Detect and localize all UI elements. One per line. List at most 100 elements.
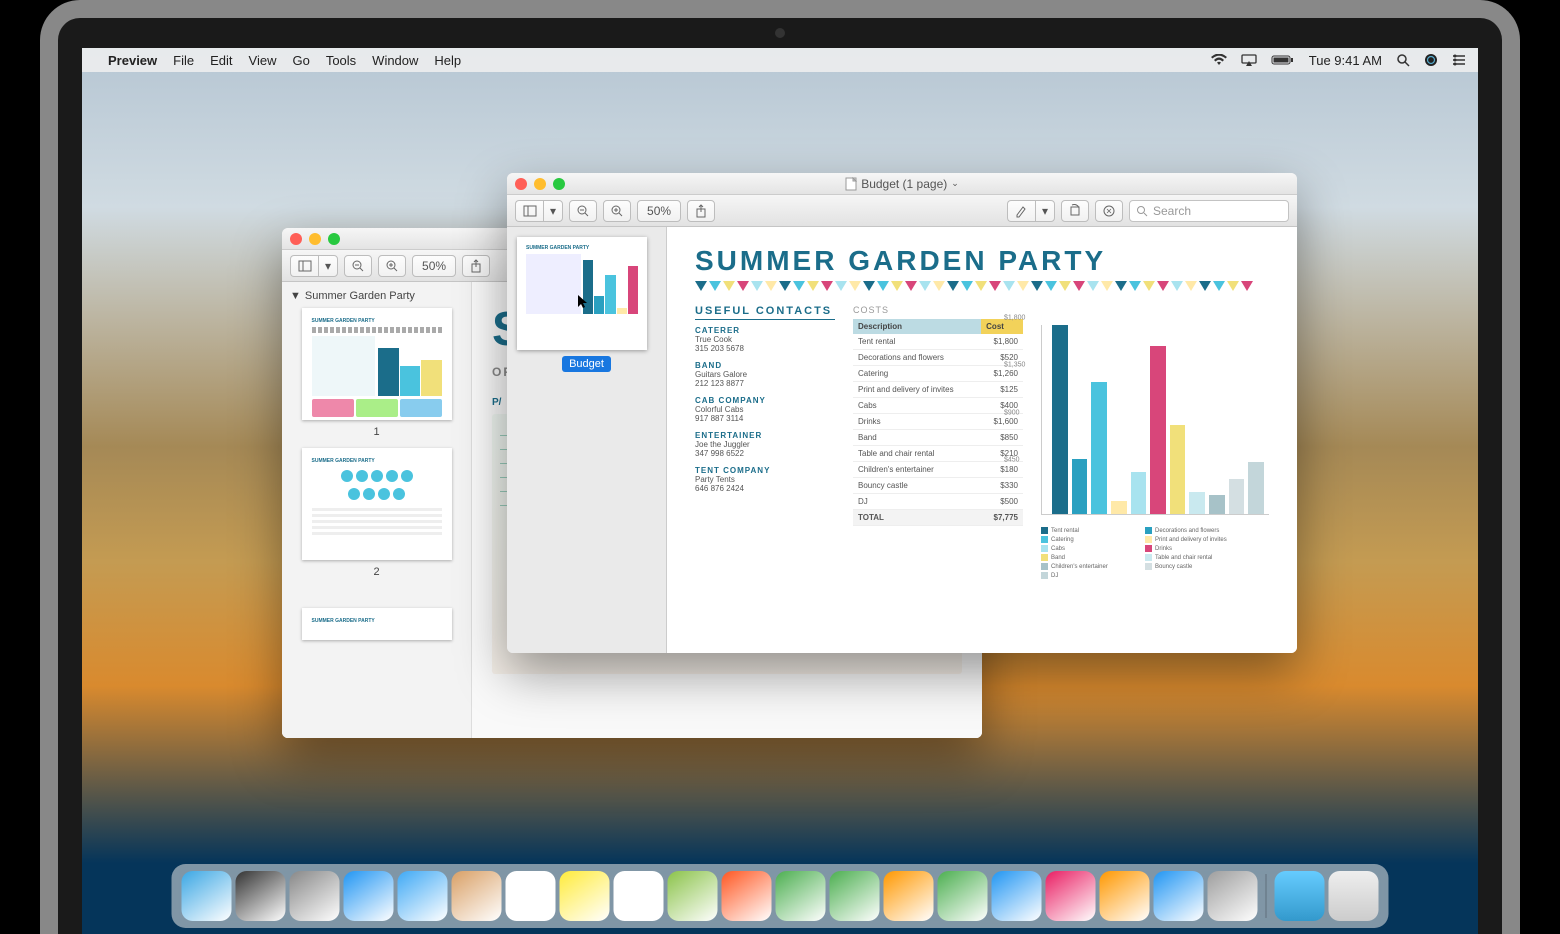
dock-app-maps[interactable] bbox=[668, 871, 718, 921]
dock-app-pages[interactable] bbox=[884, 871, 934, 921]
titlebar-front[interactable]: Budget (1 page) ⌄ bbox=[507, 173, 1297, 195]
zoom-level[interactable]: 50% bbox=[637, 200, 681, 222]
dock-app-contacts[interactable] bbox=[452, 871, 502, 921]
chart-legend: Tent rentalDecorations and flowersCateri… bbox=[1041, 527, 1269, 579]
window-title[interactable]: Budget (1 page) ⌄ bbox=[845, 177, 959, 191]
dock-app-calendar[interactable] bbox=[506, 871, 556, 921]
page-thumbnail-selected[interactable]: SUMMER GARDEN PARTY bbox=[517, 237, 647, 350]
zoom-level[interactable]: 50% bbox=[412, 255, 456, 277]
dock-app-keynote[interactable] bbox=[992, 871, 1042, 921]
chart-bar bbox=[1170, 425, 1186, 514]
dock bbox=[172, 864, 1389, 928]
sidebar-view-dropdown[interactable]: ▾ bbox=[543, 200, 563, 222]
airplay-icon[interactable] bbox=[1241, 54, 1257, 66]
y-axis-tick: $1,800 bbox=[1004, 315, 1025, 322]
menu-view[interactable]: View bbox=[249, 53, 277, 68]
page-number-2: 2 bbox=[290, 566, 463, 578]
dock-app-siri[interactable] bbox=[236, 871, 286, 921]
menu-help[interactable]: Help bbox=[434, 53, 461, 68]
contact-block: ENTERTAINERJoe the Juggler347 998 6522 bbox=[695, 431, 835, 458]
table-row: Bouncy castle$330 bbox=[853, 478, 1023, 494]
dock-app-safari[interactable] bbox=[344, 871, 394, 921]
chevron-down-icon: ⌄ bbox=[951, 178, 959, 189]
table-row: Decorations and flowers$520 bbox=[853, 350, 1023, 366]
menu-go[interactable]: Go bbox=[292, 53, 309, 68]
minimize-button[interactable] bbox=[534, 178, 546, 190]
wifi-icon[interactable] bbox=[1211, 54, 1227, 66]
menu-file[interactable]: File bbox=[173, 53, 194, 68]
dock-trash[interactable] bbox=[1329, 871, 1379, 921]
legend-item: Decorations and flowers bbox=[1145, 527, 1235, 534]
dock-app-launchpad[interactable] bbox=[290, 871, 340, 921]
page-thumbnail-1[interactable]: SUMMER GARDEN PARTY bbox=[302, 308, 452, 420]
dock-app-notes[interactable] bbox=[560, 871, 610, 921]
legend-item: Children's entertainer bbox=[1041, 563, 1131, 570]
table-row: Table and chair rental$210 bbox=[853, 446, 1023, 462]
search-input[interactable]: Search bbox=[1129, 200, 1289, 222]
costs-heading: COSTS bbox=[853, 305, 1023, 315]
markup-button[interactable] bbox=[1095, 200, 1123, 222]
dock-app-ibooks[interactable] bbox=[1100, 871, 1150, 921]
zoom-in-button[interactable] bbox=[378, 255, 406, 277]
cursor-icon bbox=[578, 295, 588, 309]
close-button[interactable] bbox=[290, 233, 302, 245]
dock-app-mail[interactable] bbox=[398, 871, 448, 921]
app-name[interactable]: Preview bbox=[108, 53, 157, 68]
sidebar-view-button[interactable] bbox=[290, 255, 318, 277]
menu-edit[interactable]: Edit bbox=[210, 53, 232, 68]
zoom-out-button[interactable] bbox=[344, 255, 372, 277]
table-row: Cabs$400 bbox=[853, 398, 1023, 414]
highlight-button[interactable] bbox=[1007, 200, 1035, 222]
menu-window[interactable]: Window bbox=[372, 53, 418, 68]
costs-table: Description Cost Tent rental$1,800Decora… bbox=[853, 319, 1023, 526]
zoom-out-button[interactable] bbox=[569, 200, 597, 222]
highlight-dropdown[interactable]: ▾ bbox=[1035, 200, 1055, 222]
page-thumbnail-3[interactable]: SUMMER GARDEN PARTY bbox=[302, 608, 452, 640]
legend-item: Print and delivery of invites bbox=[1145, 536, 1235, 543]
contact-block: BANDGuitars Galore212 123 8877 bbox=[695, 361, 835, 388]
share-button[interactable] bbox=[687, 200, 715, 222]
dock-app-itunes[interactable] bbox=[1046, 871, 1096, 921]
spotlight-icon[interactable] bbox=[1396, 53, 1410, 67]
battery-icon[interactable] bbox=[1271, 54, 1295, 66]
menu-tools[interactable]: Tools bbox=[326, 53, 356, 68]
thumbnail-sidebar[interactable]: ▼ Summer Garden Party SUMMER GARDEN PART… bbox=[282, 282, 472, 738]
toolbar-front: ▾ 50% ▾ Search bbox=[507, 195, 1297, 227]
rotate-button[interactable] bbox=[1061, 200, 1089, 222]
dock-downloads[interactable] bbox=[1275, 871, 1325, 921]
menubar-clock[interactable]: Tue 9:41 AM bbox=[1309, 53, 1382, 68]
zoom-in-button[interactable] bbox=[603, 200, 631, 222]
legend-item: Table and chair rental bbox=[1145, 554, 1235, 561]
minimize-button[interactable] bbox=[309, 233, 321, 245]
sidebar-document-title[interactable]: ▼ Summer Garden Party bbox=[290, 290, 463, 302]
search-icon bbox=[1136, 205, 1148, 217]
sidebar-view-button[interactable] bbox=[515, 200, 543, 222]
camera-dot bbox=[775, 28, 785, 38]
chart-bar bbox=[1229, 479, 1245, 514]
y-axis-tick: $1,350 bbox=[1004, 362, 1025, 369]
fullscreen-button[interactable] bbox=[553, 178, 565, 190]
table-header-desc: Description bbox=[853, 319, 981, 334]
close-button[interactable] bbox=[515, 178, 527, 190]
legend-item: Catering bbox=[1041, 536, 1131, 543]
dock-app-photos[interactable] bbox=[722, 871, 772, 921]
table-row: Print and delivery of invites$125 bbox=[853, 382, 1023, 398]
thumbnail-label: Budget bbox=[562, 356, 611, 372]
share-button[interactable] bbox=[462, 255, 490, 277]
dock-app-facetime[interactable] bbox=[830, 871, 880, 921]
dock-app-numbers[interactable] bbox=[938, 871, 988, 921]
siri-icon[interactable] bbox=[1424, 53, 1438, 67]
disclosure-triangle-icon[interactable]: ▼ bbox=[290, 290, 301, 302]
thumbnail-sidebar[interactable]: SUMMER GARDEN PARTY Budget bbox=[507, 227, 667, 653]
dock-app-finder[interactable] bbox=[182, 871, 232, 921]
page-thumbnail-2[interactable]: SUMMER GARDEN PARTY bbox=[302, 448, 452, 560]
costs-bar-chart: $450$900$1,350$1,800 bbox=[1041, 325, 1269, 515]
sidebar-view-dropdown[interactable]: ▾ bbox=[318, 255, 338, 277]
preview-window-budget[interactable]: Budget (1 page) ⌄ ▾ 50% ▾ bbox=[507, 173, 1297, 653]
dock-app-reminders[interactable] bbox=[614, 871, 664, 921]
dock-app-messages[interactable] bbox=[776, 871, 826, 921]
notification-center-icon[interactable] bbox=[1452, 54, 1466, 66]
dock-app-app-store[interactable] bbox=[1154, 871, 1204, 921]
fullscreen-button[interactable] bbox=[328, 233, 340, 245]
dock-app-system-preferences[interactable] bbox=[1208, 871, 1258, 921]
